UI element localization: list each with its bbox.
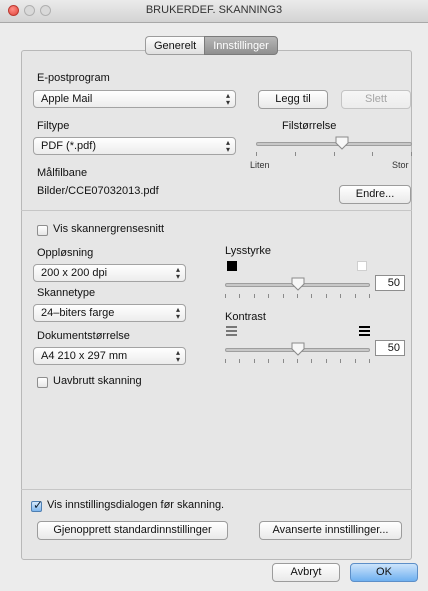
scan-settings-window: BRUKERDEF. SKANNING3 Generelt Innstillin… xyxy=(0,0,428,591)
show-dialog-before-scan-checkbox[interactable]: ✓ xyxy=(31,498,44,512)
resolution-popup[interactable]: 200 x 200 dpi ▴ ▾ xyxy=(33,264,186,282)
scan-type-popup[interactable]: 24–biters farge ▴ ▾ xyxy=(33,304,186,322)
filetype-label: Filtype xyxy=(37,120,70,132)
updown-arrows-icon: ▴ ▾ xyxy=(175,348,180,364)
updown-arrows-icon: ▴ ▾ xyxy=(175,265,180,281)
target-path-value: Bilder/CCE07032013.pdf xyxy=(37,185,159,197)
tab-bar: Generelt Innstillinger xyxy=(145,36,278,55)
high-contrast-icon xyxy=(359,326,370,336)
document-size-popup[interactable]: A4 210 x 297 mm ▴ ▾ xyxy=(33,347,186,365)
show-dialog-before-scan-label: Vis innstillingsdialogen før skanning. xyxy=(47,499,225,511)
continuous-scanning-checkbox[interactable] xyxy=(37,377,48,388)
slider-tick xyxy=(311,294,313,298)
contrast-slider-ticks xyxy=(225,359,370,364)
document-size-value: A4 210 x 297 mm xyxy=(41,350,128,362)
slider-tick xyxy=(325,359,327,363)
slider-tick xyxy=(340,359,342,363)
filesize-label: Filstørrelse xyxy=(282,120,337,132)
updown-arrows-icon: ▴ ▾ xyxy=(225,91,230,107)
filesize-min-label: Liten xyxy=(250,160,270,170)
updown-arrows-icon: ▴ ▾ xyxy=(175,305,180,321)
slider-tick xyxy=(354,359,356,363)
contrast-label: Kontrast xyxy=(225,311,266,323)
slider-tick xyxy=(268,294,270,298)
resolution-label: Oppløsning xyxy=(37,247,94,259)
slider-tick xyxy=(239,359,241,363)
black-square-icon xyxy=(227,261,237,271)
brightness-value-field[interactable]: 50 xyxy=(375,275,405,291)
email-program-popup[interactable]: Apple Mail ▴ ▾ xyxy=(33,90,236,108)
low-contrast-icon xyxy=(226,326,237,336)
brightness-slider-thumb[interactable] xyxy=(291,277,305,291)
slider-tick xyxy=(282,359,284,363)
resolution-value: 200 x 200 dpi xyxy=(41,267,108,279)
change-path-button[interactable]: Endre... xyxy=(339,185,411,204)
contrast-slider-thumb[interactable] xyxy=(291,342,305,356)
filesize-slider-thumb[interactable] xyxy=(335,136,349,150)
slider-tick xyxy=(369,294,370,298)
slider-tick xyxy=(411,152,412,156)
document-size-label: Dokumentstørrelse xyxy=(37,330,130,342)
restore-defaults-button[interactable]: Gjenopprett standardinnstillinger xyxy=(37,521,228,540)
slider-tick xyxy=(256,152,257,156)
scan-type-value: 24–biters farge xyxy=(41,307,115,319)
ok-button[interactable]: OK xyxy=(350,563,418,582)
slider-tick xyxy=(253,294,255,298)
white-square-icon xyxy=(357,261,367,271)
continuous-scanning-label: Uavbrutt skanning xyxy=(53,375,142,387)
slider-tick xyxy=(297,359,298,363)
tab-innstillinger[interactable]: Innstillinger xyxy=(204,36,278,55)
filetype-value: PDF (*.pdf) xyxy=(41,140,97,152)
tab-generelt[interactable]: Generelt xyxy=(145,36,205,55)
filetype-popup[interactable]: PDF (*.pdf) ▴ ▾ xyxy=(33,137,236,155)
checkmark-icon: ✓ xyxy=(33,498,44,512)
section-divider xyxy=(21,210,412,211)
slider-tick xyxy=(253,359,255,363)
slider-tick xyxy=(311,359,313,363)
email-program-value: Apple Mail xyxy=(41,93,93,105)
slider-tick xyxy=(294,152,296,156)
brightness-slider-ticks xyxy=(225,294,370,299)
scan-type-label: Skannetype xyxy=(37,287,96,299)
show-scanner-interface-checkbox[interactable] xyxy=(37,225,48,236)
contrast-value-field[interactable]: 50 xyxy=(375,340,405,356)
slider-tick xyxy=(225,359,226,363)
email-program-label: E-postprogram xyxy=(37,72,110,84)
show-scanner-interface-label: Vis skannergrensesnitt xyxy=(53,223,165,235)
slider-tick xyxy=(369,359,370,363)
window-title: BRUKERDEF. SKANNING3 xyxy=(145,4,283,16)
delete-button[interactable]: Slett xyxy=(341,90,411,109)
title-bar: BRUKERDEF. SKANNING3 xyxy=(0,0,428,23)
cancel-button[interactable]: Avbryt xyxy=(272,563,340,582)
slider-tick xyxy=(325,294,327,298)
filesize-slider-ticks xyxy=(256,152,412,157)
advanced-settings-button[interactable]: Avanserte innstillinger... xyxy=(259,521,402,540)
slider-tick xyxy=(268,359,270,363)
slider-tick xyxy=(239,294,241,298)
slider-tick xyxy=(225,294,226,298)
add-button[interactable]: Legg til xyxy=(258,90,328,109)
filesize-max-label: Stor xyxy=(392,160,409,170)
slider-tick xyxy=(333,152,335,156)
slider-tick xyxy=(354,294,356,298)
slider-tick xyxy=(340,294,342,298)
slider-tick xyxy=(372,152,374,156)
slider-tick xyxy=(282,294,284,298)
slider-tick xyxy=(297,294,298,298)
brightness-label: Lysstyrke xyxy=(225,245,272,257)
updown-arrows-icon: ▴ ▾ xyxy=(225,138,230,154)
footer-divider xyxy=(21,489,412,490)
target-path-label: Målfilbane xyxy=(37,167,88,179)
